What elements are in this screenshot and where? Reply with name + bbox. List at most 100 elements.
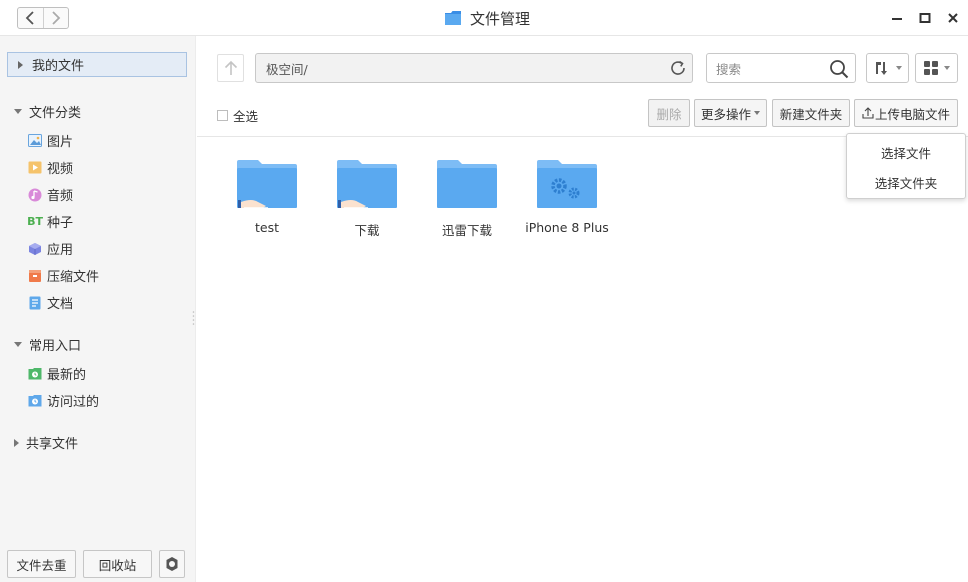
- folder-icon: [437, 160, 497, 208]
- collapse-arrow-icon: [14, 109, 22, 114]
- upload-label: 上传电脑文件: [874, 106, 950, 122]
- sidebar-footer: 文件去重 回收站: [7, 550, 185, 578]
- back-button[interactable]: [18, 8, 43, 28]
- select-all-label: 全选: [233, 109, 259, 124]
- new-folder-button[interactable]: 新建文件夹: [772, 99, 850, 127]
- main-panel: 极空间/ 搜索 全选 删除 更多操作 新建文件夹 上传电脑文件 test 下载: [197, 36, 968, 582]
- file-item[interactable]: 下载: [317, 158, 417, 239]
- close-button[interactable]: [946, 9, 960, 27]
- caret-down-icon: [754, 111, 760, 115]
- sidebar-item-label: 文档: [47, 297, 74, 312]
- section-file-categories[interactable]: 文件分类: [14, 102, 81, 121]
- app-icon: [28, 242, 42, 256]
- minimize-button[interactable]: [890, 9, 904, 27]
- torrent-icon: BT: [27, 215, 43, 228]
- sidebar-item-archives[interactable]: 压缩文件: [28, 266, 99, 285]
- recycle-bin-button[interactable]: 回收站: [83, 550, 152, 578]
- sidebar-item-label: 图片: [47, 135, 74, 150]
- refresh-icon[interactable]: [669, 59, 687, 77]
- file-item[interactable]: 迅雷下载: [417, 158, 517, 239]
- dedupe-button[interactable]: 文件去重: [7, 550, 76, 578]
- sidebar-item-visited[interactable]: 访问过的: [28, 391, 99, 410]
- window-controls: [890, 9, 960, 27]
- upload-button[interactable]: 上传电脑文件: [854, 99, 958, 127]
- archive-icon: [28, 269, 42, 283]
- visited-icon: [28, 394, 42, 408]
- sidebar-item-audio[interactable]: 音频: [28, 185, 73, 204]
- sidebar-item-apps[interactable]: 应用: [28, 239, 73, 258]
- more-actions-label: 更多操作: [700, 106, 751, 122]
- file-name: iPhone 8 Plus: [525, 220, 609, 235]
- more-actions-button[interactable]: 更多操作: [694, 99, 767, 127]
- recycle-bin-button-label: 回收站: [98, 557, 137, 573]
- close-icon: [948, 13, 958, 23]
- recent-icon: [28, 367, 42, 381]
- section-title: 常用入口: [29, 339, 82, 354]
- image-icon: [28, 134, 42, 148]
- path-bar[interactable]: 极空间/: [255, 53, 693, 83]
- sidebar-item-label: 音频: [47, 189, 74, 204]
- sidebar-item-label: 我的文件: [32, 59, 85, 74]
- menu-item-select-file[interactable]: 选择文件: [847, 137, 965, 167]
- file-name: 迅雷下载: [441, 223, 492, 238]
- shared-folder-icon: [237, 160, 297, 209]
- select-all-checkbox[interactable]: 全选: [217, 106, 258, 125]
- caret-down-icon: [895, 66, 902, 70]
- file-item[interactable]: iPhone 8 Plus: [517, 158, 617, 235]
- maximize-button[interactable]: [918, 9, 932, 27]
- sidebar-item-documents[interactable]: 文档: [28, 293, 73, 312]
- settings-button[interactable]: [159, 550, 185, 578]
- shared-folder-icon: [337, 160, 397, 209]
- chevron-right-icon: [52, 11, 61, 25]
- forward-button[interactable]: [42, 8, 69, 28]
- menu-item-select-folder[interactable]: 选择文件夹: [847, 167, 965, 197]
- video-icon: [28, 161, 42, 175]
- arrow-up-icon: [224, 60, 237, 75]
- title-bar: 文件管理: [0, 0, 968, 36]
- section-common-entries[interactable]: 常用入口: [14, 335, 81, 354]
- sidebar-item-label: 压缩文件: [47, 270, 100, 285]
- nav-buttons: [17, 7, 69, 29]
- gear-icon: [166, 557, 178, 571]
- resize-handle[interactable]: [192, 310, 195, 328]
- sidebar-item-videos[interactable]: 视频: [28, 158, 73, 177]
- view-mode-button[interactable]: [915, 53, 958, 83]
- file-item[interactable]: test: [217, 158, 317, 235]
- sidebar-item-my-files[interactable]: 我的文件: [7, 52, 187, 77]
- path-text: 极空间/: [266, 61, 308, 77]
- sort-icon: [875, 62, 887, 75]
- delete-button[interactable]: 删除: [648, 99, 690, 127]
- sidebar-item-label: 访问过的: [47, 395, 100, 410]
- sidebar-item-label: 种子: [47, 216, 74, 231]
- expand-arrow-icon: [14, 438, 19, 447]
- upload-icon: [862, 107, 874, 119]
- new-folder-label: 新建文件夹: [779, 106, 843, 122]
- sidebar: 我的文件 文件分类 图片 视频 音频 BT 种子 应用 压缩文件 文档 常用入口…: [0, 36, 196, 582]
- folder-icon: [445, 11, 461, 25]
- checkbox-box: [217, 110, 228, 121]
- section-shared-files[interactable]: 共享文件: [14, 433, 78, 452]
- parent-folder-button[interactable]: [217, 54, 244, 82]
- system-folder-icon: [537, 160, 597, 208]
- sidebar-item-label: 应用: [47, 243, 74, 258]
- document-icon: [28, 296, 42, 310]
- sidebar-item-label: 视频: [47, 162, 74, 177]
- sidebar-item-images[interactable]: 图片: [28, 131, 73, 150]
- maximize-icon: [919, 13, 931, 23]
- section-title: 文件分类: [29, 106, 82, 121]
- sort-button[interactable]: [866, 53, 909, 83]
- file-name: 下载: [354, 223, 380, 238]
- search-input[interactable]: 搜索: [706, 53, 856, 83]
- delete-button-label: 删除: [656, 106, 682, 122]
- search-icon[interactable]: [829, 59, 849, 79]
- dedupe-button-label: 文件去重: [16, 557, 67, 573]
- file-name: test: [254, 220, 279, 235]
- caret-down-icon: [943, 66, 950, 70]
- window-title-text: 文件管理: [470, 9, 531, 28]
- sidebar-item-label: 最新的: [47, 368, 87, 383]
- minimize-icon: [892, 18, 902, 20]
- grid-view-icon: [923, 61, 938, 75]
- expand-arrow-icon: [18, 60, 23, 69]
- sidebar-item-recent[interactable]: 最新的: [28, 364, 86, 383]
- sidebar-item-torrents[interactable]: BT 种子: [27, 212, 74, 231]
